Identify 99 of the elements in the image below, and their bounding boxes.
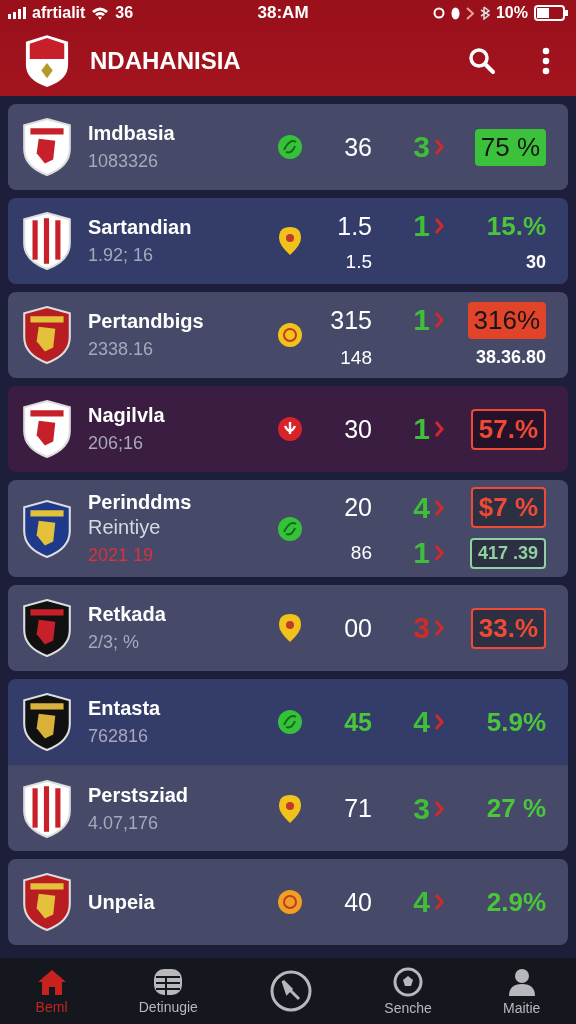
carrier-name: afrtialit	[32, 4, 86, 22]
app-title: NDAHANISIA	[90, 47, 242, 75]
score: 86	[349, 542, 372, 564]
compass-icon	[269, 969, 314, 1013]
chevron-icon	[434, 138, 444, 156]
rank-number: 1	[413, 536, 430, 570]
club-name: Perstsziad	[88, 783, 190, 807]
match-code: 2021 19	[88, 545, 155, 566]
rank-number: 1	[413, 412, 430, 446]
match-code: 2/3; %	[88, 632, 141, 653]
match-card[interactable]: Unpeia 40 4 2.9%	[8, 859, 568, 945]
percent-value: 27 %	[486, 793, 546, 824]
club-name: Imdbasia	[88, 122, 176, 145]
percent-value: 5.9%	[486, 706, 546, 738]
match-card[interactable]: Imdbasia 1083326 36 3 75 %	[8, 104, 568, 190]
battery-icon	[534, 5, 568, 21]
match-code: 1.92; 16	[88, 245, 155, 266]
chevron-icon	[434, 311, 444, 329]
match-card[interactable]: Sartandian 1.92; 16 1.5 1 15.% 1.5 30	[8, 198, 568, 284]
score: 30	[343, 414, 372, 444]
chevron-icon	[434, 420, 444, 438]
rank-number: 3	[413, 791, 430, 826]
club-crest-icon	[22, 599, 72, 657]
person-icon	[506, 966, 537, 997]
percent-badge: 57.%	[470, 408, 546, 450]
home-icon	[36, 967, 67, 996]
match-code: 762816	[88, 726, 150, 747]
rank-number: 4	[413, 885, 430, 919]
percent-value: 38.36.80	[475, 347, 546, 368]
club-name: Entasta	[88, 697, 162, 720]
wifi-icon	[91, 6, 110, 20]
club-crest-icon	[22, 499, 72, 558]
nav-tab[interactable]: Detinugie	[132, 966, 204, 1016]
drop-icon	[450, 6, 460, 20]
club-name: Nagilvla	[88, 404, 166, 427]
rank-number: 1	[413, 303, 430, 337]
match-card[interactable]: Retkada 2/3; % 00 3 33.%	[8, 585, 568, 671]
match-code: 206;16	[88, 433, 145, 454]
chevron-icon	[434, 217, 444, 235]
chevron-icon	[434, 498, 444, 517]
chevron-icon	[434, 713, 444, 731]
percent-badge: 316%	[467, 301, 546, 339]
score: 148	[339, 346, 372, 369]
club-name: Pertandbigs	[88, 310, 205, 333]
club-name: Unpeia	[88, 890, 156, 914]
signal-icon	[8, 7, 26, 19]
club-crest-icon	[22, 400, 72, 458]
match-code: 4.07,176	[88, 812, 160, 834]
score: 71	[343, 794, 372, 823]
match-card[interactable]: Pertandbigs 2338.16 315 1 316% 148 38.36.80	[8, 292, 568, 378]
rank-number: 3	[413, 611, 430, 645]
match-code: 1083326	[88, 151, 160, 172]
club-crest-icon	[22, 779, 72, 838]
club-crest-icon	[22, 873, 72, 931]
bluetooth-icon	[479, 6, 490, 20]
score: 1.5	[336, 211, 372, 241]
rank-number: 4	[413, 490, 430, 525]
rank-number: 1	[413, 209, 430, 243]
match-card[interactable]: Perinddms Reintiye 2021 19 20 4 $7 % 86 1 417 .39	[8, 480, 568, 577]
percent-value: 2.9%	[486, 886, 546, 918]
match-card[interactable]: Entasta 762816 45 4 5.9%	[8, 679, 568, 765]
nav-tab[interactable]: Senche	[378, 965, 438, 1017]
score: 36	[343, 132, 372, 162]
chevron-icon	[434, 619, 444, 637]
rank-number: 4	[413, 705, 430, 739]
match-card[interactable]: Perstsziad 4.07,176 71 3 27 %	[8, 765, 568, 851]
list-icon	[153, 967, 184, 996]
club-crest-icon	[22, 118, 72, 176]
chevron-icon	[434, 799, 444, 818]
percent-badge: $7 %	[470, 487, 546, 528]
flag-crest-icon	[24, 34, 70, 88]
club-name: Sartandian	[88, 216, 193, 239]
chevron-icon	[434, 893, 444, 911]
percent-badge: 33.%	[470, 607, 546, 649]
club-crest-icon	[22, 212, 72, 270]
signal-text: 36	[115, 4, 134, 22]
percent-badge: 417 .39	[469, 537, 546, 569]
club-crest-icon	[22, 693, 72, 751]
club-crest-icon	[22, 306, 72, 364]
rank-number: 3	[413, 130, 430, 164]
club-subtitle: Reintiye	[88, 516, 162, 539]
score: 40	[343, 887, 372, 917]
score: 315	[329, 305, 372, 335]
percent-badge: 75 %	[474, 128, 546, 166]
club-name: Perinddms	[88, 491, 193, 514]
chevron-icon	[434, 544, 444, 562]
match-code: 2338.16	[88, 339, 155, 360]
score: 20	[343, 493, 372, 522]
soccer-ball-icon	[393, 966, 424, 997]
nav-tab[interactable]: Maitie	[497, 965, 547, 1017]
score: 00	[343, 613, 372, 643]
match-card[interactable]: Nagilvla 206;16 30 1 57.%	[8, 386, 568, 472]
score: 1.5	[344, 251, 372, 273]
percent-value: 15.%	[486, 210, 546, 242]
score: 45	[343, 707, 372, 737]
battery-percent: 10%	[495, 4, 528, 22]
percent-value: 30	[525, 251, 546, 273]
clock: 38:AM	[257, 3, 309, 23]
club-name: Retkada	[88, 603, 167, 626]
